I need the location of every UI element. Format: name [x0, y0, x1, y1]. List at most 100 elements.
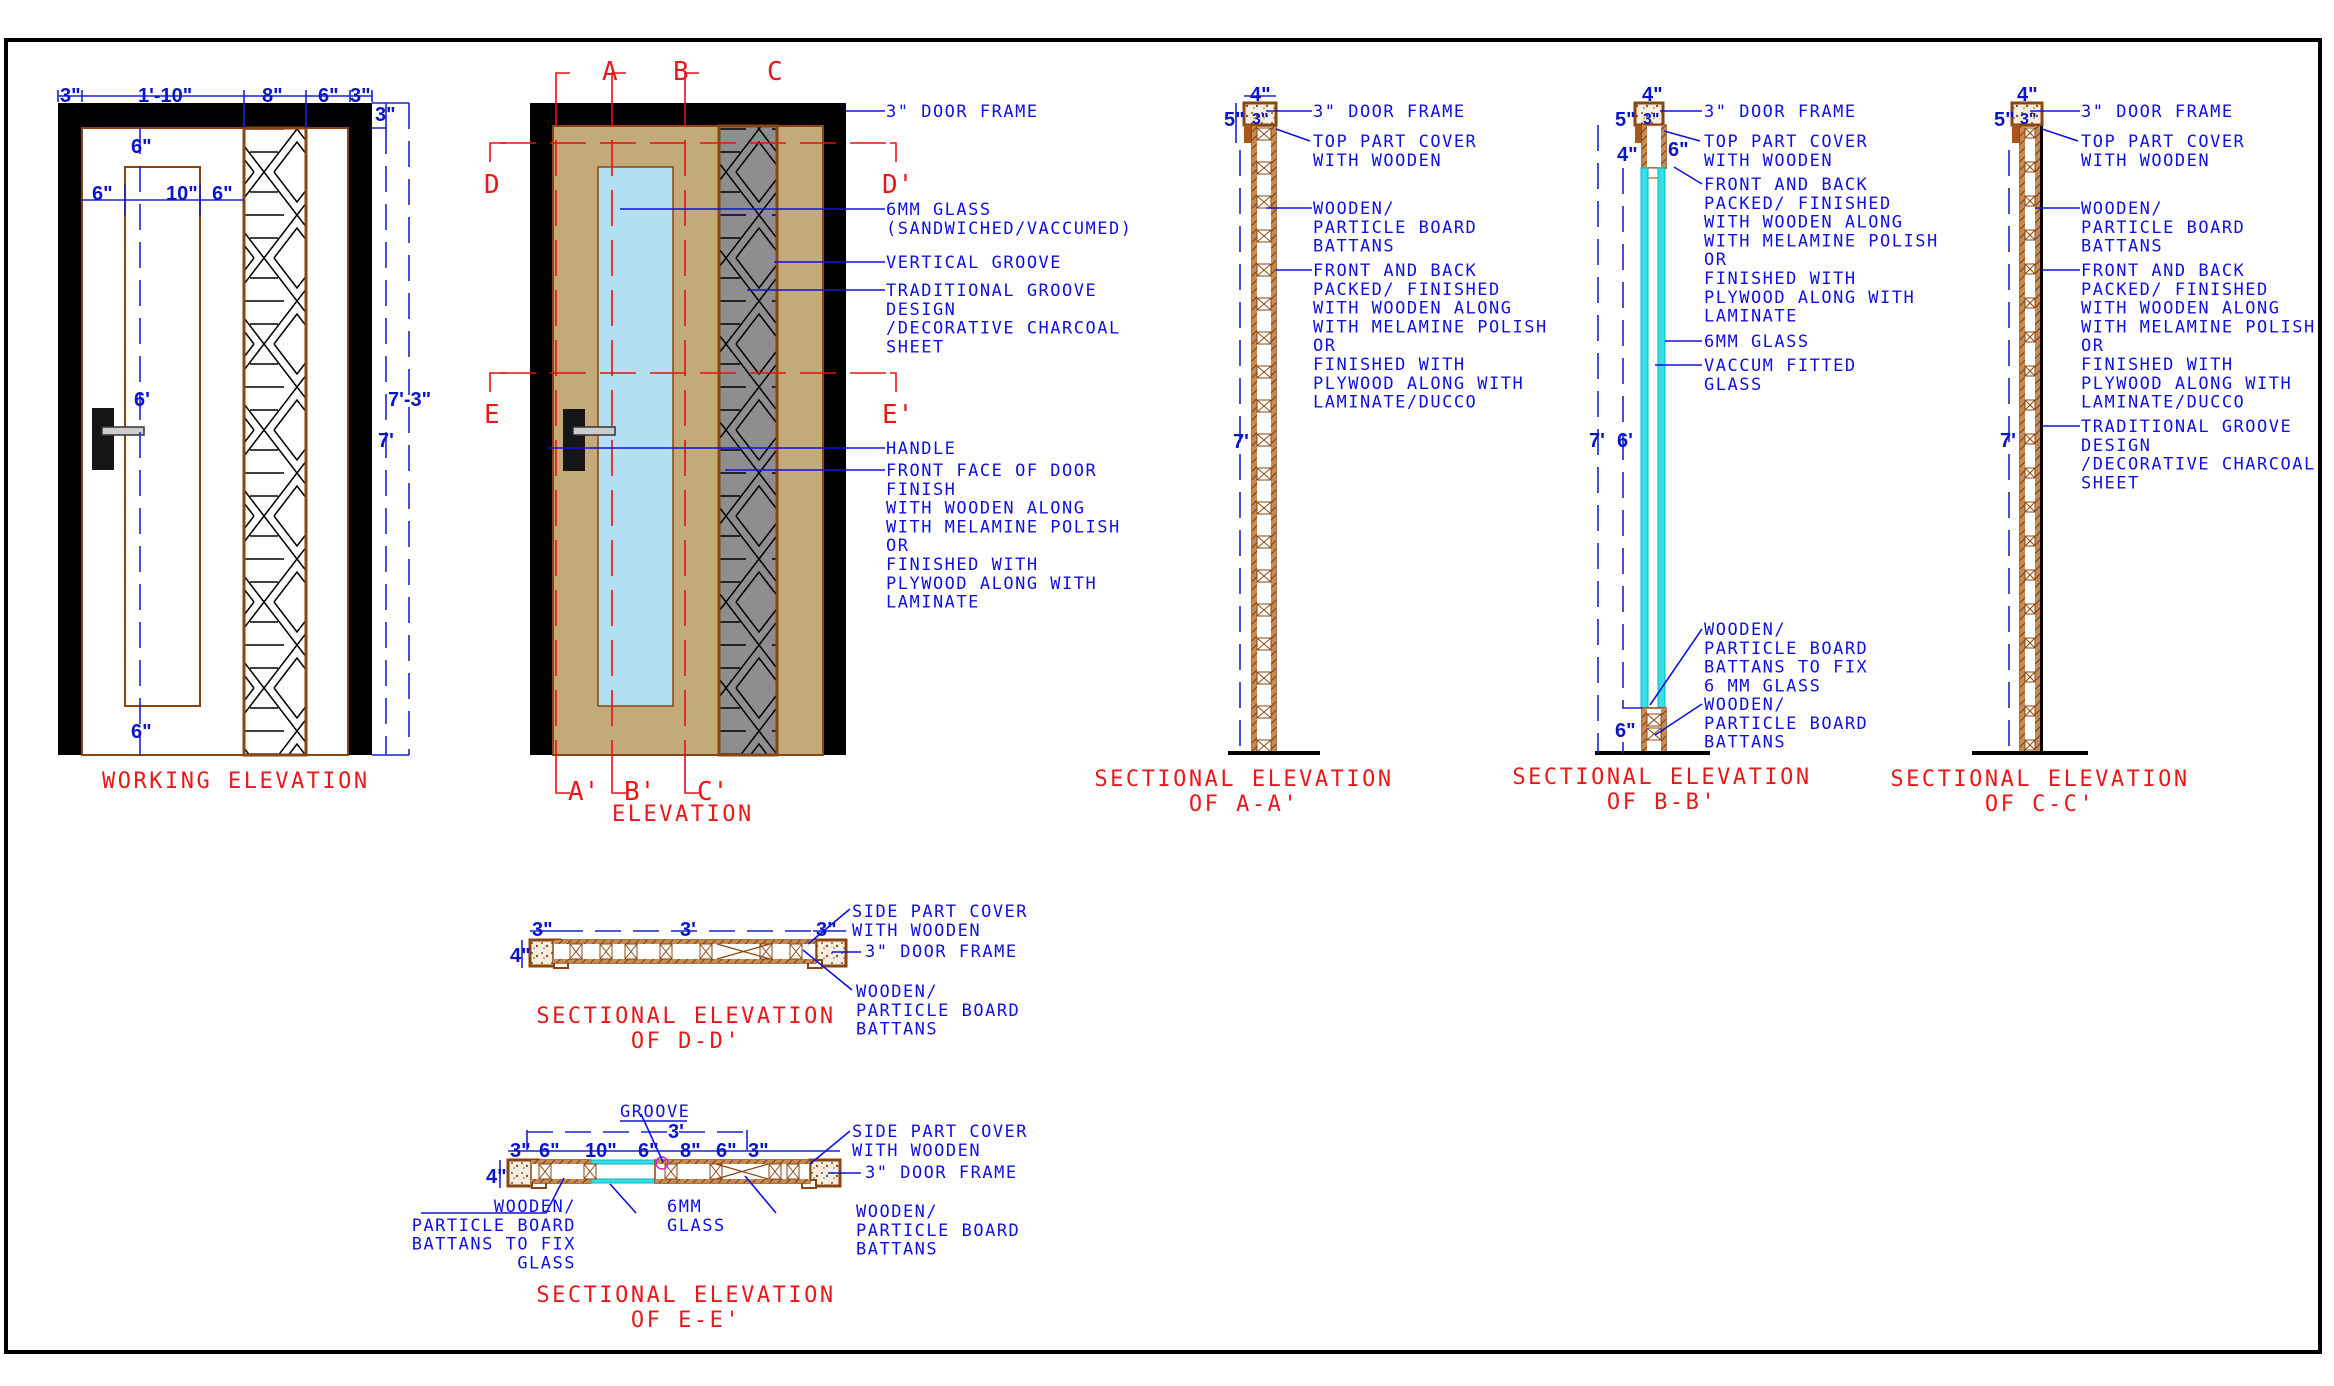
note-line: PARTICLE BOARD — [856, 1221, 1020, 1241]
dim-frame-height: 5" — [1994, 109, 2015, 131]
section-title: SECTIONAL ELEVATION — [1890, 767, 2189, 792]
note-line: WITH MELAMINE POLISH — [886, 517, 1121, 537]
dim-frame-left: 3" — [510, 1140, 531, 1162]
dim-door-leaf: 1'-10" — [138, 85, 192, 107]
glass-pane — [1657, 167, 1666, 709]
section-cc-title: SECTIONAL ELEVATIONOF C-C' — [1890, 767, 2189, 817]
note-line: PACKED/ FINISHED — [1704, 194, 1892, 214]
elevation-title: ELEVATION — [612, 802, 754, 827]
note-line: WITH WOODEN — [852, 921, 981, 941]
note-line: WITH MELAMINE POLISH — [2081, 317, 2316, 337]
dim-width: 4" — [1642, 84, 1663, 106]
note-line: TOP PART COVER — [2081, 132, 2245, 152]
note-battans-fix: WOODEN/PARTICLE BOARDBATTANS TO FIX6 MM … — [1704, 620, 1868, 696]
note-handle: HANDLE — [886, 439, 955, 459]
note-line: FINISHED WITH — [886, 555, 1039, 575]
note-line: SHEET — [886, 337, 945, 357]
groove-strip — [242, 126, 308, 757]
note-door-frame: 3" DOOR FRAME — [1704, 102, 1855, 122]
note-line: 6MM — [667, 1197, 702, 1217]
dim-groove: 8" — [680, 1140, 701, 1162]
note-top-cover: TOP PART COVERWITH WOODEN — [1704, 132, 1868, 171]
note-line: PLYWOOD ALONG WITH — [1313, 374, 1524, 394]
note-line: GLASS — [1704, 375, 1763, 395]
section-bb-title: SECTIONAL ELEVATIONOF B-B' — [1512, 765, 1811, 815]
cut-label-b: B — [673, 57, 689, 87]
note-line: LAMINATE/DUCCO — [1313, 393, 1477, 413]
note-line: PARTICLE BOARD — [856, 1001, 1020, 1021]
note-line: 3" DOOR FRAME — [865, 1163, 1018, 1183]
note-line: WOODEN/ — [2081, 199, 2163, 219]
note-finish: FRONT AND BACKPACKED/ FINISHEDWITH WOODE… — [1313, 261, 1548, 413]
note-line: WITH WOODEN — [2081, 151, 2210, 171]
note-line: OR — [886, 536, 909, 556]
note-line: 6MM GLASS — [886, 200, 992, 220]
note-vacuum: VACCUM FITTEDGLASS — [1704, 356, 1857, 395]
note-line: SIDE PART COVER — [852, 1122, 1028, 1142]
section-title: SECTIONAL ELEVATION — [1094, 767, 1393, 792]
note-line: TOP PART COVER — [1704, 132, 1868, 152]
dim-left: 3" — [532, 919, 553, 941]
dim-door-height: 7' — [378, 430, 394, 452]
note-line: FINISH — [886, 480, 956, 500]
note-line: PLYWOOD ALONG WITH — [2081, 374, 2292, 394]
note-line: BATTANS TO FIX — [412, 1235, 576, 1255]
note-line: LAMINATE/DUCCO — [2081, 393, 2245, 413]
note-line: GLASS — [517, 1253, 576, 1273]
note-line: /DECORATIVE CHARCOAL — [886, 319, 1121, 339]
section-ee: 3' 3" 6" 10" 6" 8" 6" 3" 4" GROOVE SIDE … — [412, 1102, 1028, 1333]
note-line: WOODEN/ — [856, 1202, 938, 1222]
dim-panel-width: 10" — [166, 183, 198, 205]
section-subtitle: OF A-A' — [1189, 792, 1299, 817]
dim-frame-height: 5" — [1615, 109, 1636, 131]
note-line: 3" DOOR FRAME — [2081, 102, 2234, 122]
dim-panel-right: 6" — [212, 183, 233, 205]
note-line: WITH WOODEN ALONG — [1313, 299, 1513, 319]
note-line: VACCUM FITTED — [1704, 356, 1857, 376]
cut-label-e-prime: E' — [882, 400, 913, 430]
section-title: SECTIONAL ELEVATION — [1512, 765, 1811, 790]
dim-span: 3' — [680, 919, 696, 941]
note-glass: 6MM GLASS(SANDWICHED/VACCUMED) — [886, 200, 1131, 239]
note-line: WOODEN/ — [494, 1197, 576, 1217]
note-traditional-groove: TRADITIONAL GROOVEDESIGN/DECORATIVE CHAR… — [886, 281, 1121, 357]
dim-stile-left: 6" — [539, 1140, 560, 1162]
cut-label-a-prime: A' — [568, 777, 599, 807]
note-line: FRONT AND BACK — [1704, 175, 1868, 195]
note-line: SIDE PART COVER — [852, 902, 1028, 922]
door-shutter — [552, 125, 824, 756]
dim-top-gap: 6" — [1668, 139, 1689, 161]
section-ee-title: SECTIONAL ELEVATIONOF E-E' — [536, 1283, 833, 1333]
dim-frame: 3" — [2020, 111, 2036, 128]
note-line: BATTANS — [1313, 237, 1395, 257]
note-line: PARTICLE BOARD — [1704, 714, 1868, 734]
working-elevation: 3" 1'-10" 8" 6" 3" 3" 6" 6" 10" 6" 6' 6"… — [57, 85, 431, 794]
dim-panel-height: 6' — [134, 389, 150, 411]
note-line: GLASS — [667, 1216, 726, 1236]
note-line: BATTANS TO FIX — [1704, 658, 1868, 678]
note-line: OR — [1313, 336, 1336, 356]
dim-height: 7' — [1233, 431, 1249, 453]
cut-label-d-prime: D' — [882, 170, 913, 200]
note-line: PARTICLE BOARD — [1704, 639, 1868, 659]
dim-frame-height: 5" — [1224, 109, 1245, 131]
note-line: LAMINATE — [886, 593, 980, 613]
section-subtitle: OF B-B' — [1607, 790, 1717, 815]
note-finish: FRONT AND BACKPACKED/ FINISHEDWITH WOODE… — [1704, 175, 1939, 327]
note-line: TRADITIONAL GROOVE — [886, 281, 1097, 301]
note-line: FINISHED WITH — [1704, 269, 1857, 289]
note-line: BATTANS — [856, 1240, 938, 1260]
section-subtitle: OF D-D' — [631, 1029, 741, 1054]
section-dd-title: SECTIONAL ELEVATIONOF D-D' — [536, 1004, 833, 1054]
dim-frame-right: 3" — [350, 85, 371, 107]
note-line: WITH MELAMINE POLISH — [1313, 317, 1548, 337]
drawing-sheet: 3" 1'-10" 8" 6" 3" 3" 6" 6" 10" 6" 6' 6"… — [4, 38, 2322, 1354]
note-line: WITH MELAMINE POLISH — [1704, 231, 1939, 251]
note-line: SHEET — [2081, 473, 2140, 493]
section-aa: 4" 5" 3" 7' 3" DOOR FRAME TOP PART COVER… — [1094, 84, 1548, 817]
note-line: 3" DOOR FRAME — [1313, 102, 1466, 122]
note-line: TOP PART COVER — [1313, 132, 1477, 152]
note-line: PARTICLE BOARD — [2081, 218, 2245, 238]
dim-thickness: 4" — [486, 1166, 507, 1188]
dim-rail: 6" — [638, 1140, 659, 1162]
